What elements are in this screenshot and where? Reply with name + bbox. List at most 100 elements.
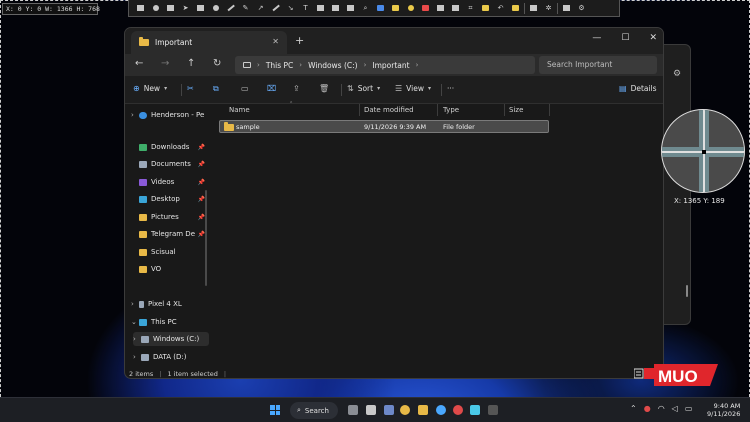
gear-icon[interactable]: ⚙ — [673, 69, 681, 79]
magnify-tool-icon[interactable]: ⌕ — [358, 1, 373, 16]
close-window-icon[interactable]: ✕ — [649, 33, 657, 43]
capture-dropdown-icon[interactable] — [559, 1, 574, 16]
nav-item-data-d[interactable]: › DATA (D:) — [133, 350, 209, 364]
start-icon[interactable] — [270, 405, 280, 415]
nav-item-documents[interactable]: Documents 📌 — [131, 157, 207, 171]
pencil-tool-icon[interactable]: ✎ — [238, 1, 253, 16]
close-tab-icon[interactable]: ✕ — [272, 37, 279, 46]
pointer-icon[interactable]: ➤ — [178, 1, 193, 16]
rename-icon[interactable]: ⌧ — [267, 84, 276, 93]
rectangle-select-icon[interactable] — [133, 1, 148, 16]
widgets-icon[interactable] — [366, 405, 376, 415]
nav-item-downloads[interactable]: Downloads 📌 — [131, 140, 207, 154]
nav-item-vo[interactable]: VO — [131, 262, 207, 276]
sticky-note-icon[interactable] — [388, 1, 403, 16]
copy-icon[interactable]: ⧉ — [213, 84, 219, 94]
line2-tool-icon[interactable] — [268, 1, 283, 16]
breadcrumb-this-pc[interactable]: This PC — [266, 61, 293, 70]
browser-icon[interactable] — [436, 405, 446, 415]
chevron-right-icon[interactable]: › — [299, 61, 302, 69]
circle-select-icon[interactable] — [148, 1, 163, 16]
column-size[interactable]: Size — [509, 106, 523, 114]
paste-icon[interactable]: ▭ — [241, 84, 249, 93]
nav-item-pixel[interactable]: › Pixel 4 XL — [131, 297, 207, 311]
step-tool-icon[interactable] — [448, 1, 463, 16]
chevron-down-icon[interactable]: ⌄ — [131, 318, 139, 326]
box-tool-icon[interactable] — [313, 1, 328, 16]
refresh-icon[interactable]: ↻ — [213, 58, 221, 69]
maximize-icon[interactable]: ☐ — [621, 33, 629, 43]
new-tab-button[interactable]: + — [295, 34, 304, 47]
pin-icon[interactable]: 📌 — [198, 161, 205, 168]
battery-icon[interactable]: ▭ — [685, 404, 693, 413]
chevron-right-icon[interactable]: › — [257, 61, 260, 69]
speech-bubble-icon[interactable] — [328, 1, 343, 16]
eraser-icon[interactable] — [418, 1, 433, 16]
pin-icon[interactable]: 📌 — [198, 196, 205, 203]
arrow-tool-icon[interactable]: ↗ — [253, 1, 268, 16]
tab-important[interactable]: Important ✕ — [131, 31, 287, 54]
forward-arrow-icon[interactable]: → — [161, 58, 169, 69]
delete-icon[interactable]: 🗑 — [319, 84, 329, 93]
chevron-right-icon[interactable]: › — [133, 353, 141, 361]
clock[interactable]: 9:40 AM 9/11/2026 — [707, 402, 740, 418]
minimize-icon[interactable]: — — [592, 33, 601, 43]
chevron-right-icon[interactable]: › — [133, 335, 141, 343]
sort-button[interactable]: ⇅ Sort ▾ — [347, 84, 380, 93]
window-select-icon[interactable] — [163, 1, 178, 16]
effects-icon[interactable]: ✲ — [541, 1, 556, 16]
ellipse-tool-icon[interactable] — [208, 1, 223, 16]
blue-marker-icon[interactable] — [373, 1, 388, 16]
column-type[interactable]: Type — [443, 106, 459, 114]
task-view-icon[interactable] — [348, 405, 358, 415]
breadcrumb-windows-c[interactable]: Windows (C:) — [308, 61, 357, 70]
terminal-icon[interactable] — [488, 405, 498, 415]
brush-icon[interactable] — [508, 1, 523, 16]
search-input[interactable]: Search Important — [539, 56, 657, 74]
share-icon[interactable]: ⇪ — [293, 84, 300, 93]
photos-icon[interactable] — [470, 405, 480, 415]
nav-item-windows-c[interactable]: › Windows (C:) — [133, 332, 209, 346]
chevron-right-icon[interactable]: › — [131, 111, 139, 119]
pin-icon[interactable]: 📌 — [198, 179, 205, 186]
new-button[interactable]: ⊕ New ▾ — [133, 84, 167, 93]
highlighter-icon[interactable] — [478, 1, 493, 16]
file-explorer-taskbar-icon[interactable] — [418, 405, 428, 415]
chrome-canary-icon[interactable] — [453, 405, 463, 415]
settings-gear-icon[interactable]: ⚙ — [574, 1, 589, 16]
more-options-button[interactable]: ··· — [447, 84, 454, 93]
app-icon[interactable] — [384, 405, 394, 415]
pin-icon[interactable]: 📌 — [198, 231, 205, 238]
up-arrow-icon[interactable]: ↑ — [187, 58, 195, 69]
volume-icon[interactable]: ◁ — [672, 404, 678, 413]
nav-item-this-pc[interactable]: ⌄ This PC — [131, 315, 207, 329]
nav-item-telegram[interactable]: Telegram De 📌 — [131, 227, 207, 241]
emoji-icon[interactable] — [403, 1, 418, 16]
back-arrow-icon[interactable]: ← — [135, 58, 143, 69]
color-dropdown-icon[interactable] — [526, 1, 541, 16]
pin-icon[interactable]: 📌 — [198, 144, 205, 151]
tray-app-icon[interactable]: ● — [644, 404, 651, 413]
nav-item-scisual[interactable]: Scisual — [131, 245, 207, 259]
address-bar[interactable]: › This PC › Windows (C:) › Important › — [235, 56, 535, 74]
details-button[interactable]: ▤ Details — [619, 84, 657, 93]
taskbar-search[interactable]: ⌕ Search — [290, 402, 338, 419]
breadcrumb-important[interactable]: Important — [372, 61, 409, 70]
nav-item-onedrive[interactable]: › Henderson - Pe — [131, 108, 207, 122]
table-row[interactable]: sample 9/11/2026 9:39 AM File folder — [219, 120, 549, 133]
chevron-right-icon[interactable]: › — [416, 61, 419, 69]
column-date-modified[interactable]: Date modified — [364, 106, 414, 114]
blur-tool-icon[interactable] — [343, 1, 358, 16]
cut-icon[interactable]: ✂ — [187, 84, 194, 93]
view-button[interactable]: ☰ View ▾ — [395, 84, 431, 93]
nav-item-videos[interactable]: Videos 📌 — [131, 175, 207, 189]
pin-icon[interactable]: 📌 — [198, 214, 205, 221]
text-tool-icon[interactable]: T — [298, 1, 313, 16]
wifi-icon[interactable]: ◠ — [658, 404, 665, 413]
line-tool-icon[interactable] — [223, 1, 238, 16]
rectangle-tool-icon[interactable] — [193, 1, 208, 16]
nav-item-pictures[interactable]: Pictures 📌 — [131, 210, 207, 224]
column-name[interactable]: Name — [229, 106, 250, 114]
chevron-up-icon[interactable]: ⌃ — [630, 404, 637, 413]
scrollbar[interactable] — [686, 285, 688, 297]
